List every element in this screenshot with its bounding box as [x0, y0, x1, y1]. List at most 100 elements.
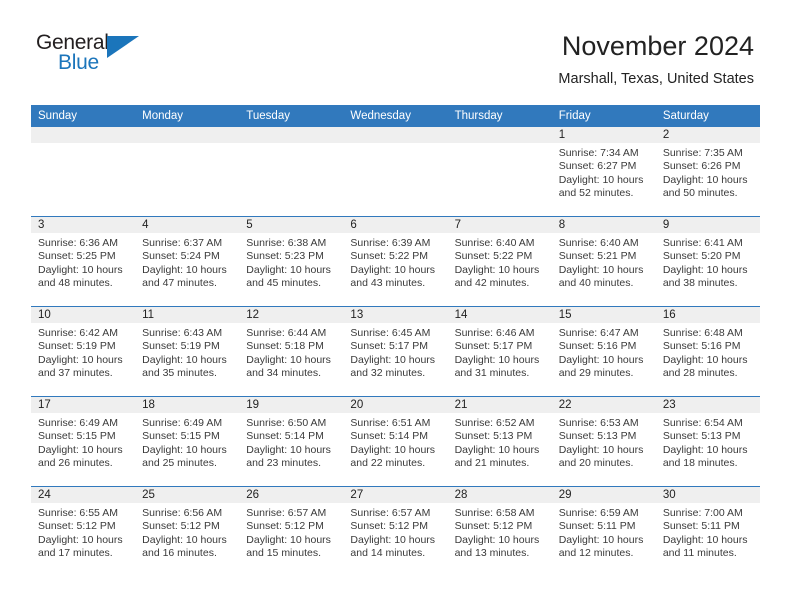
day-sun-info: Sunrise: 6:58 AM Sunset: 5:12 PM Daylight:…: [448, 503, 552, 560]
calendar-day-cell[interactable]: 23 Sunrise: 6:54 AM Sunset: 5:13 PM Dayligh…: [655, 396, 760, 487]
calendar-day-cell[interactable]: 27 Sunrise: 6:57 AM Sunset: 5:12 PM Dayligh…: [343, 486, 448, 576]
daylight-duration-line2: and 42 minutes.: [454, 276, 530, 289]
day-cell: 25 Sunrise: 6:56 AM Sunset: 5:12 PM Dayligh…: [135, 487, 240, 576]
day-number: 27: [350, 489, 364, 501]
calendar-day-cell[interactable]: 21 Sunrise: 6:52 AM Sunset: 5:13 PM Dayligh…: [447, 396, 552, 487]
day-sun-info: Sunrise: 6:43 AM Sunset: 5:19 PM Daylight:…: [135, 323, 239, 380]
weekday-header-monday: Monday: [135, 105, 240, 127]
calendar-day-cell[interactable]: 5 Sunrise: 6:38 AM Sunset: 5:23 PM Daylight…: [239, 216, 344, 307]
calendar-day-cell[interactable]: 9 Sunrise: 6:41 AM Sunset: 5:20 PM Daylight…: [655, 216, 760, 307]
calendar-day-cell[interactable]: 26 Sunrise: 6:57 AM Sunset: 5:12 PM Dayligh…: [239, 486, 344, 576]
calendar-day-cell[interactable]: 10 Sunrise: 6:42 AM Sunset: 5:19 PM Dayligh…: [31, 306, 136, 397]
daylight-duration-line2: and 28 minutes.: [662, 366, 738, 379]
calendar-day-cell[interactable]: 7 Sunrise: 6:40 AM Sunset: 5:22 PM Daylight…: [447, 216, 552, 307]
daylight-duration-line2: and 32 minutes.: [350, 366, 426, 379]
calendar-day-cell[interactable]: 30 Sunrise: 7:00 AM Sunset: 5:11 PM Dayligh…: [655, 486, 760, 576]
calendar-day-cell[interactable]: 14 Sunrise: 6:46 AM Sunset: 5:17 PM Dayligh…: [447, 306, 552, 397]
sunrise-time: Sunrise: 6:49 AM: [142, 417, 223, 429]
daylight-duration-line1: Daylight: 10 hours: [558, 263, 644, 276]
daylight-duration-line2: and 48 minutes.: [38, 276, 113, 289]
sunrise-time: Sunrise: 6:59 AM: [558, 507, 639, 519]
daylight-duration-line2: and 17 minutes.: [38, 546, 113, 559]
daylight-duration-line1: Daylight: 10 hours: [454, 533, 540, 546]
daylight-duration-line2: and 38 minutes.: [662, 276, 738, 289]
sunset-time: Sunset: 5:18 PM: [246, 340, 324, 353]
calendar-day-cell[interactable]: 11 Sunrise: 6:43 AM Sunset: 5:19 PM Dayligh…: [135, 306, 240, 397]
sunset-time: Sunset: 5:25 PM: [38, 250, 116, 263]
brand-logo[interactable]: General Blue: [36, 32, 156, 82]
daylight-duration-line2: and 40 minutes.: [558, 276, 634, 289]
calendar-day-cell[interactable]: 19 Sunrise: 6:50 AM Sunset: 5:14 PM Dayligh…: [239, 396, 344, 487]
sunrise-time: Sunrise: 6:57 AM: [246, 507, 327, 519]
calendar-day-cell[interactable]: 1 Sunrise: 7:34 AM Sunset: 6:27 PM Daylight…: [551, 127, 656, 217]
day-sun-info: Sunrise: 6:41 AM Sunset: 5:20 PM Daylight:…: [656, 233, 760, 290]
day-cell: 10 Sunrise: 6:42 AM Sunset: 5:19 PM Dayligh…: [31, 307, 136, 396]
day-cell: 22 Sunrise: 6:53 AM Sunset: 5:13 PM Dayligh…: [551, 397, 656, 486]
daylight-duration-line1: Daylight: 10 hours: [38, 443, 123, 456]
sunrise-time: Sunrise: 6:54 AM: [662, 417, 743, 429]
calendar-day-cell[interactable]: 28 Sunrise: 6:58 AM Sunset: 5:12 PM Dayligh…: [447, 486, 552, 576]
day-number-band: 30: [655, 487, 760, 503]
day-cell: 23 Sunrise: 6:54 AM Sunset: 5:13 PM Dayligh…: [655, 397, 760, 486]
calendar-day-cell[interactable]: 20 Sunrise: 6:51 AM Sunset: 5:14 PM Dayligh…: [343, 396, 448, 487]
sunrise-time: Sunrise: 6:55 AM: [38, 507, 118, 519]
sunset-time: Sunset: 5:14 PM: [246, 430, 324, 443]
calendar-day-cell[interactable]: 15 Sunrise: 6:47 AM Sunset: 5:16 PM Dayligh…: [551, 306, 656, 397]
calendar-day-cell: [447, 127, 552, 217]
calendar-day-cell[interactable]: 17 Sunrise: 6:49 AM Sunset: 5:15 PM Dayligh…: [31, 396, 136, 487]
calendar-day-cell[interactable]: 29 Sunrise: 6:59 AM Sunset: 5:11 PM Dayligh…: [551, 486, 656, 576]
sunset-time: Sunset: 5:12 PM: [142, 520, 220, 533]
calendar-week-row: 3 Sunrise: 6:36 AM Sunset: 5:25 PM Daylight…: [31, 216, 760, 307]
calendar-day-cell[interactable]: 8 Sunrise: 6:40 AM Sunset: 5:21 PM Daylight…: [551, 216, 656, 307]
calendar-day-cell[interactable]: 4 Sunrise: 6:37 AM Sunset: 5:24 PM Daylight…: [135, 216, 240, 307]
calendar-day-cell[interactable]: 13 Sunrise: 6:45 AM Sunset: 5:17 PM Dayligh…: [343, 306, 448, 397]
sunrise-time: Sunrise: 6:45 AM: [350, 327, 431, 339]
day-number-band: 12: [239, 307, 344, 323]
calendar-day-cell[interactable]: 24 Sunrise: 6:55 AM Sunset: 5:12 PM Dayligh…: [31, 486, 136, 576]
day-cell: 7 Sunrise: 6:40 AM Sunset: 5:22 PM Daylight…: [447, 217, 552, 306]
calendar-day-cell[interactable]: 3 Sunrise: 6:36 AM Sunset: 5:25 PM Daylight…: [31, 216, 136, 307]
daylight-duration-line2: and 25 minutes.: [142, 456, 217, 469]
day-sun-info: Sunrise: 6:38 AM Sunset: 5:23 PM Daylight:…: [239, 233, 343, 290]
day-sun-info: Sunrise: 6:55 AM Sunset: 5:12 PM Daylight:…: [31, 503, 135, 560]
sunrise-time: Sunrise: 6:56 AM: [142, 507, 223, 519]
sunrise-time: Sunrise: 6:58 AM: [454, 507, 535, 519]
sunset-time: Sunset: 5:15 PM: [38, 430, 116, 443]
sunset-time: Sunset: 5:12 PM: [38, 520, 116, 533]
calendar-day-cell[interactable]: 25 Sunrise: 6:56 AM Sunset: 5:12 PM Dayligh…: [135, 486, 240, 576]
calendar-day-cell[interactable]: 16 Sunrise: 6:48 AM Sunset: 5:16 PM Dayligh…: [655, 306, 760, 397]
daylight-duration-line1: Daylight: 10 hours: [662, 263, 748, 276]
day-number: 5: [246, 219, 253, 231]
weekday-header-tuesday: Tuesday: [239, 105, 344, 127]
day-cell: 27 Sunrise: 6:57 AM Sunset: 5:12 PM Dayligh…: [343, 487, 448, 576]
daylight-duration-line2: and 12 minutes.: [558, 546, 634, 559]
calendar-day-cell[interactable]: 22 Sunrise: 6:53 AM Sunset: 5:13 PM Dayligh…: [551, 396, 656, 487]
daylight-duration-line2: and 26 minutes.: [38, 456, 113, 469]
sunrise-time: Sunrise: 6:50 AM: [246, 417, 327, 429]
daylight-duration-line2: and 35 minutes.: [142, 366, 217, 379]
sunrise-time: Sunrise: 6:38 AM: [246, 237, 327, 249]
day-sun-info: Sunrise: 6:39 AM Sunset: 5:22 PM Daylight:…: [343, 233, 447, 290]
calendar-day-cell: [135, 127, 240, 217]
calendar-day-cell[interactable]: 12 Sunrise: 6:44 AM Sunset: 5:18 PM Dayligh…: [239, 306, 344, 397]
sunset-time: Sunset: 5:13 PM: [662, 430, 741, 443]
day-sun-info: Sunrise: 7:35 AM Sunset: 6:26 PM Daylight:…: [656, 143, 760, 200]
daylight-duration-line1: Daylight: 10 hours: [246, 533, 331, 546]
daylight-duration-line2: and 13 minutes.: [454, 546, 530, 559]
title-block: November 2024 Marshall, Texas, United St…: [558, 30, 754, 87]
day-number: 23: [662, 399, 676, 411]
day-cell: 15 Sunrise: 6:47 AM Sunset: 5:16 PM Dayligh…: [551, 307, 656, 396]
calendar-day-cell[interactable]: 18 Sunrise: 6:49 AM Sunset: 5:15 PM Dayligh…: [135, 396, 240, 487]
sunset-time: Sunset: 5:16 PM: [558, 340, 637, 353]
day-number-band: 7: [447, 217, 552, 233]
sunrise-time: Sunrise: 6:44 AM: [246, 327, 327, 339]
brand-name-general: General: [36, 31, 109, 54]
day-sun-info: Sunrise: 7:00 AM Sunset: 5:11 PM Daylight:…: [656, 503, 760, 560]
calendar-day-cell[interactable]: 2 Sunrise: 7:35 AM Sunset: 6:26 PM Daylight…: [655, 127, 760, 217]
sunset-time: Sunset: 5:20 PM: [662, 250, 741, 263]
sunrise-time: Sunrise: 6:46 AM: [454, 327, 535, 339]
calendar-day-cell[interactable]: 6 Sunrise: 6:39 AM Sunset: 5:22 PM Daylight…: [343, 216, 448, 307]
day-sun-info: Sunrise: 6:50 AM Sunset: 5:14 PM Daylight:…: [239, 413, 343, 470]
day-cell: 28 Sunrise: 6:58 AM Sunset: 5:12 PM Dayligh…: [447, 487, 552, 576]
day-sun-info: Sunrise: 6:49 AM Sunset: 5:15 PM Daylight:…: [135, 413, 239, 470]
